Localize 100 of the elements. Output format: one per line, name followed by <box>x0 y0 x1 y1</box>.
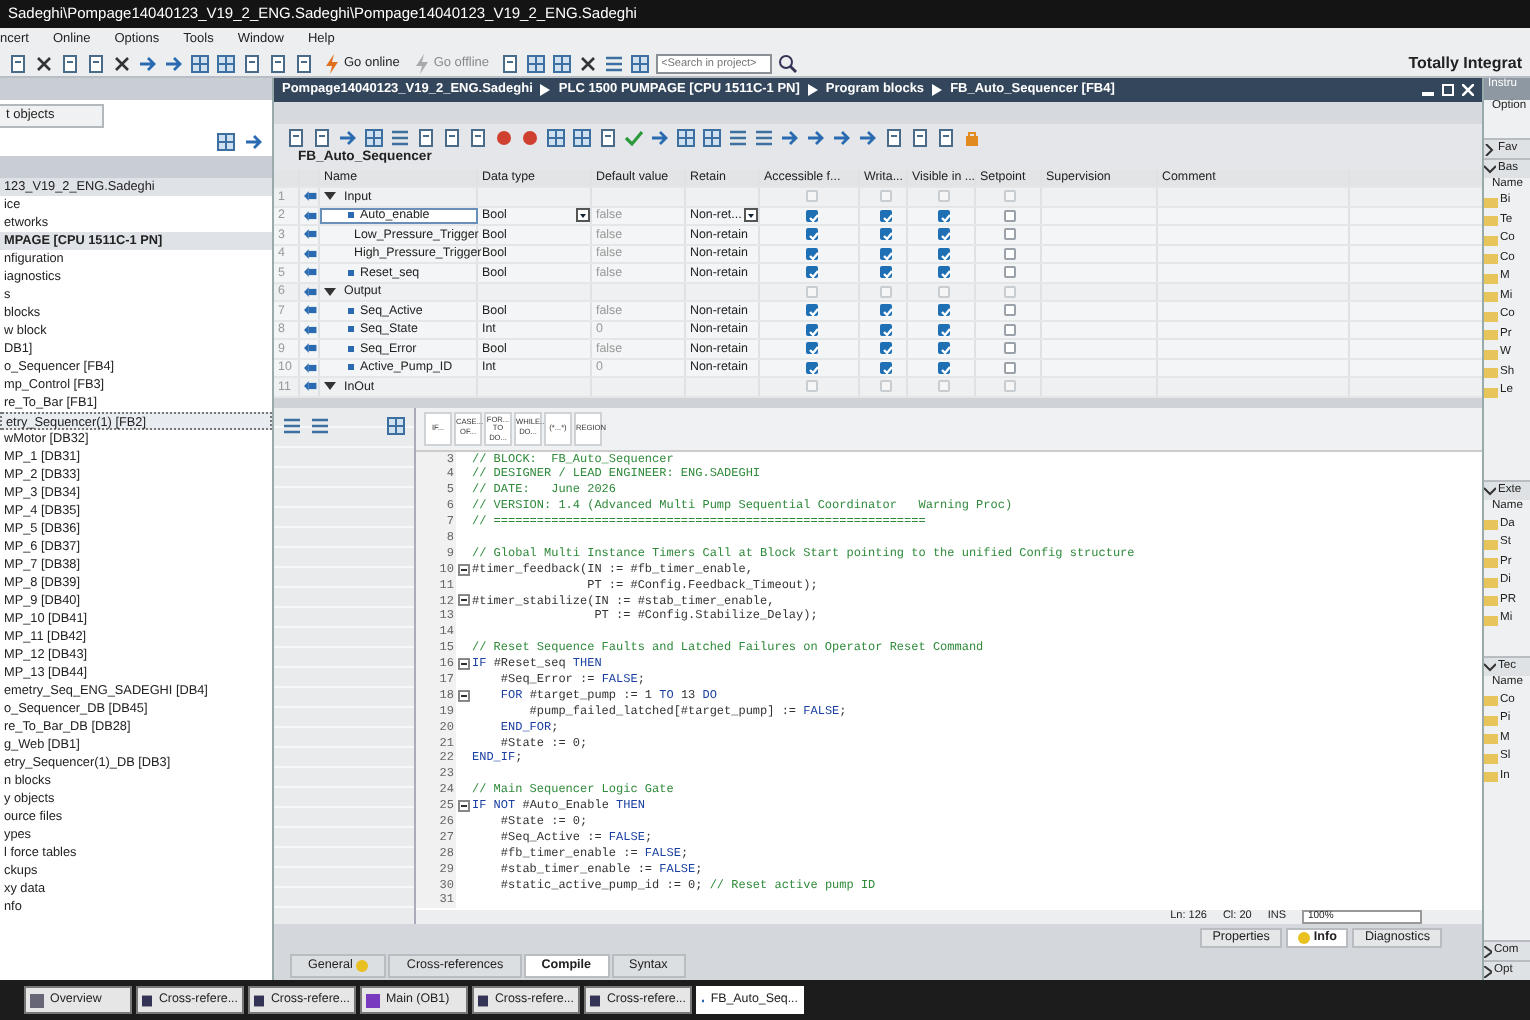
document-icon[interactable] <box>86 53 106 73</box>
checkbox[interactable] <box>1004 228 1016 241</box>
checkbox[interactable] <box>805 304 817 317</box>
document-icon[interactable] <box>268 53 288 73</box>
checkbox[interactable] <box>1004 361 1016 374</box>
checkbox[interactable] <box>805 361 817 374</box>
expand-icon[interactable] <box>324 190 336 203</box>
grid-icon[interactable] <box>572 127 592 147</box>
arrow-icon[interactable] <box>650 127 670 147</box>
arrow-icon[interactable] <box>832 127 852 147</box>
grid-icon[interactable] <box>525 53 546 73</box>
delete-icon[interactable] <box>577 53 598 73</box>
checkbox[interactable] <box>879 361 891 374</box>
collapse-icon[interactable] <box>458 800 470 813</box>
checkbox[interactable] <box>937 209 949 222</box>
checkbox[interactable] <box>1004 209 1016 222</box>
document-icon[interactable] <box>598 127 618 147</box>
search-icon[interactable] <box>777 53 798 73</box>
document-icon[interactable] <box>294 53 314 73</box>
grid-icon[interactable] <box>629 53 650 73</box>
arrow-icon[interactable] <box>806 127 826 147</box>
checkbox[interactable] <box>879 247 891 260</box>
interface-icon <box>304 247 318 260</box>
checkbox[interactable] <box>1004 304 1016 317</box>
checkbox[interactable] <box>1004 323 1016 336</box>
grid-icon[interactable] <box>216 131 236 152</box>
collapse-icon[interactable] <box>458 563 470 576</box>
grid-icon[interactable] <box>546 127 566 147</box>
arrow-icon[interactable] <box>858 127 878 147</box>
document-icon[interactable] <box>60 53 80 73</box>
interface-icon <box>304 190 318 203</box>
arrow-icon[interactable] <box>138 53 158 73</box>
checkbox[interactable] <box>1004 342 1016 355</box>
checkbox[interactable] <box>879 209 891 222</box>
chevron-icon <box>807 84 818 96</box>
checkbox[interactable] <box>805 228 817 241</box>
document-icon[interactable] <box>910 127 930 147</box>
checkbox[interactable] <box>937 304 949 317</box>
document-icon[interactable] <box>286 127 306 147</box>
arrow-icon[interactable] <box>164 53 184 73</box>
collapse-icon[interactable] <box>458 658 470 671</box>
checkbox[interactable] <box>879 304 891 317</box>
interface-icon <box>304 380 318 393</box>
window-icon <box>142 993 153 1007</box>
checkbox[interactable] <box>879 266 891 279</box>
arrow-icon[interactable] <box>780 127 800 147</box>
list-icon[interactable] <box>282 415 302 435</box>
close-icon[interactable] <box>1462 84 1474 96</box>
checkbox[interactable] <box>937 247 949 260</box>
grid-icon[interactable] <box>702 127 722 147</box>
checkbox[interactable] <box>805 247 817 260</box>
expand-icon[interactable] <box>324 380 336 393</box>
checkbox[interactable] <box>805 266 817 279</box>
check-icon[interactable] <box>624 127 644 147</box>
checkbox[interactable] <box>879 342 891 355</box>
document-icon[interactable] <box>884 127 904 147</box>
list-icon[interactable] <box>728 127 748 147</box>
grid-icon[interactable] <box>216 53 236 73</box>
document-icon[interactable] <box>312 127 332 147</box>
document-icon[interactable] <box>416 127 436 147</box>
arrow-icon[interactable] <box>338 127 358 147</box>
checkbox[interactable] <box>879 228 891 241</box>
checkbox[interactable] <box>937 323 949 336</box>
grid-icon[interactable] <box>386 415 406 435</box>
document-icon[interactable] <box>442 127 462 147</box>
checkbox[interactable] <box>937 342 949 355</box>
list-icon[interactable] <box>754 127 774 147</box>
collapse-icon[interactable] <box>458 689 470 702</box>
document-icon[interactable] <box>242 53 262 73</box>
document-icon[interactable] <box>8 53 28 73</box>
checkbox[interactable] <box>805 342 817 355</box>
restore-icon[interactable] <box>1442 84 1454 96</box>
window-icon <box>590 993 601 1007</box>
expand-icon[interactable] <box>324 285 336 298</box>
document-icon[interactable] <box>468 127 488 147</box>
arrow-icon[interactable] <box>244 131 264 152</box>
grid-icon[interactable] <box>364 127 384 147</box>
delete-icon[interactable] <box>112 53 132 73</box>
checkbox[interactable] <box>937 361 949 374</box>
grid-icon[interactable] <box>676 127 696 147</box>
document-icon[interactable] <box>499 53 520 73</box>
checkbox[interactable] <box>1004 266 1016 279</box>
checkbox[interactable] <box>879 323 891 336</box>
checkbox[interactable] <box>1004 247 1016 260</box>
checkbox[interactable] <box>805 323 817 336</box>
document-icon[interactable] <box>936 127 956 147</box>
list-icon[interactable] <box>390 127 410 147</box>
lightning-icon <box>324 53 340 73</box>
dropdown-icon[interactable] <box>576 208 590 223</box>
interface-icon <box>304 323 318 336</box>
list-icon[interactable] <box>603 53 624 73</box>
delete-icon[interactable] <box>34 53 54 73</box>
checkbox[interactable] <box>937 266 949 279</box>
grid-icon[interactable] <box>190 53 210 73</box>
dropdown-icon[interactable] <box>744 208 758 223</box>
list-icon[interactable] <box>310 415 330 435</box>
checkbox[interactable] <box>805 209 817 222</box>
grid-icon[interactable] <box>551 53 572 73</box>
collapse-icon[interactable] <box>458 594 470 607</box>
checkbox[interactable] <box>937 228 949 241</box>
